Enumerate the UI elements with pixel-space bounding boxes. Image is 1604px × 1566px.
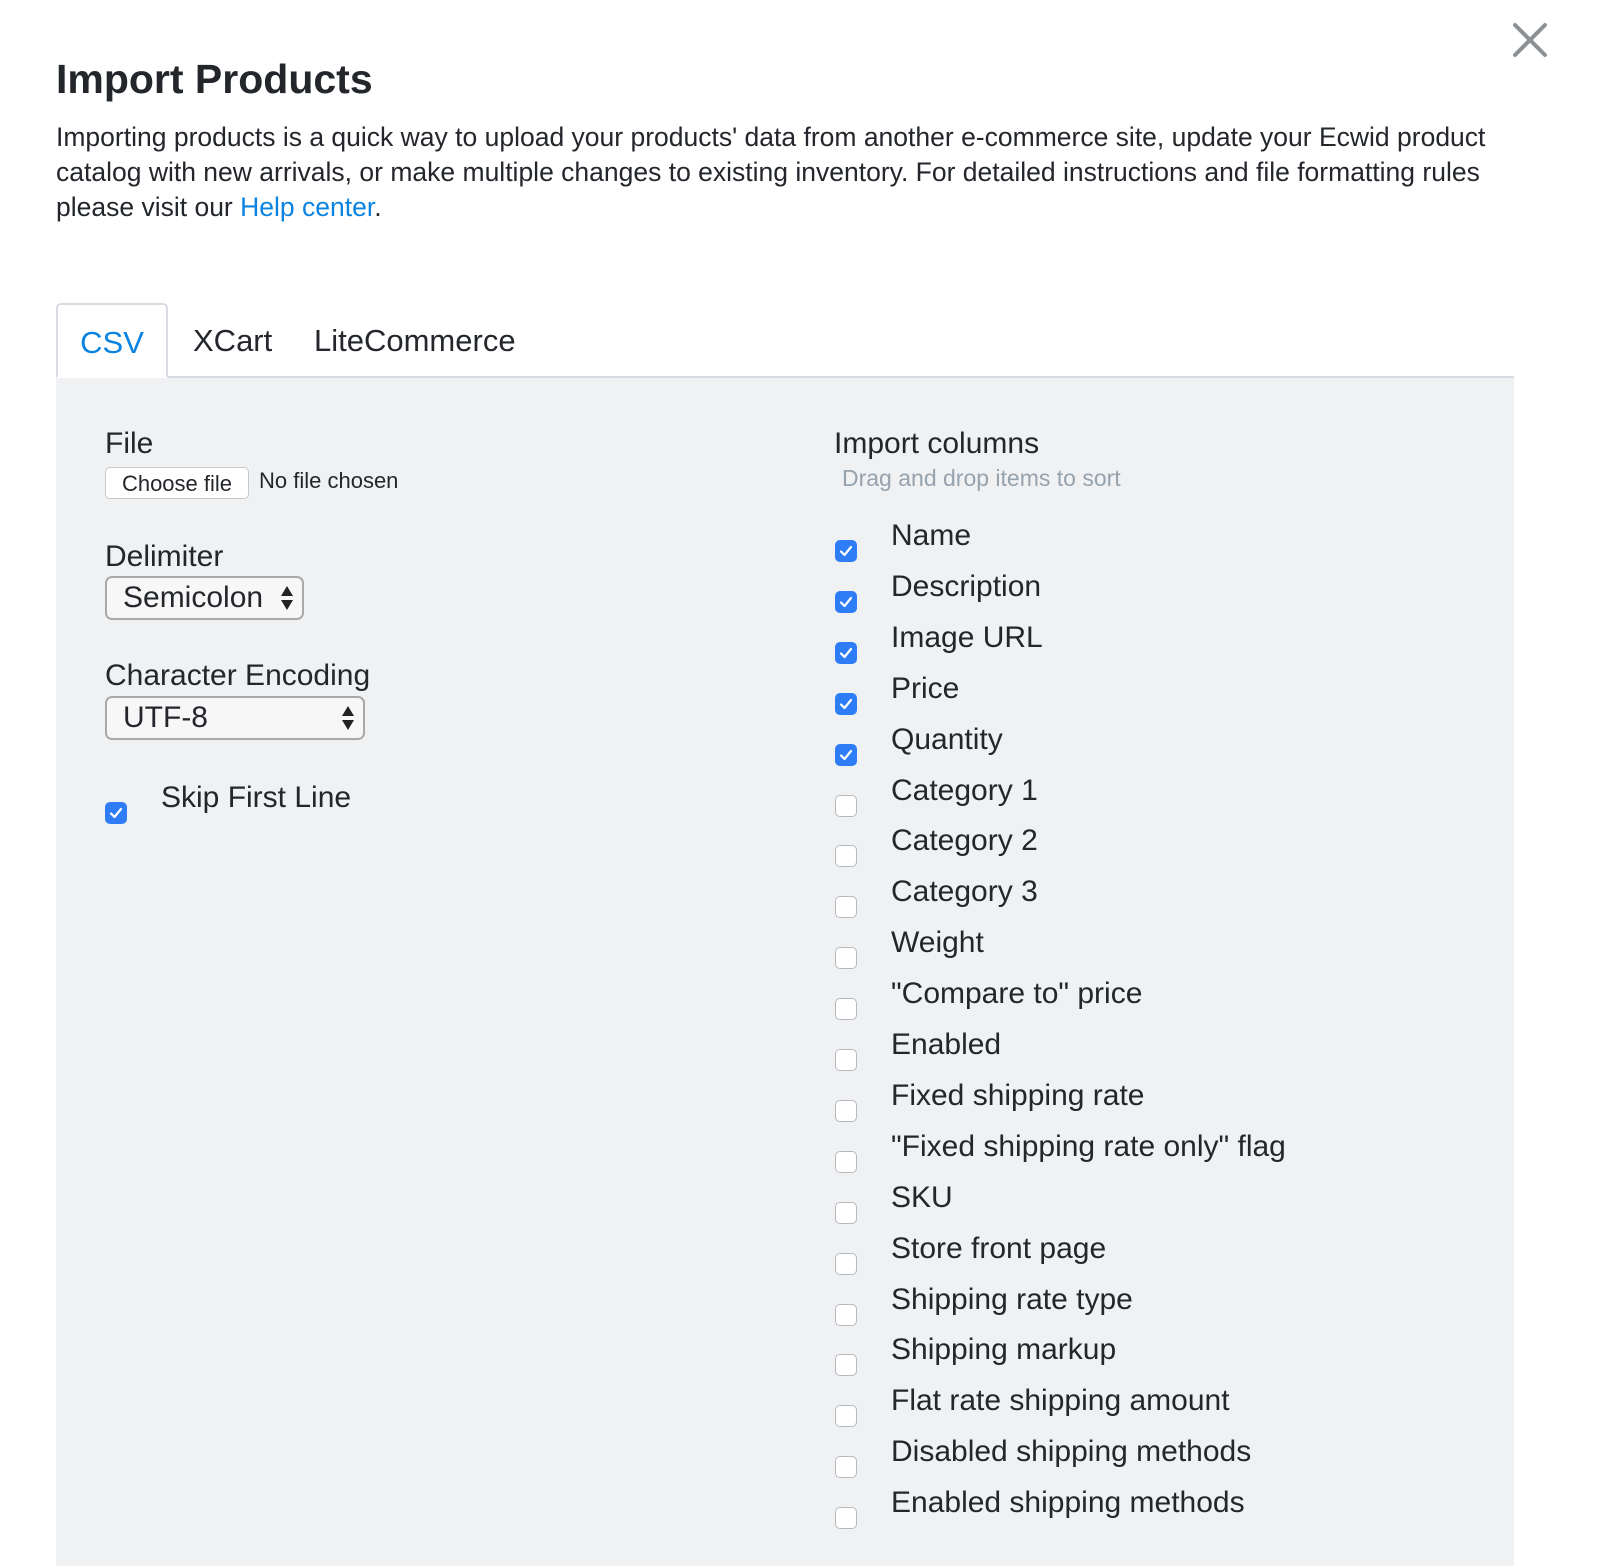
column-checkbox[interactable]: [835, 641, 857, 664]
column-label: Fixed shipping rate: [891, 1078, 1145, 1112]
column-label: "Compare to" price: [891, 977, 1143, 1011]
column-label: Category 1: [891, 773, 1038, 807]
encoding-select[interactable]: UTF-8: [105, 696, 365, 740]
column-checkbox[interactable]: [835, 1303, 857, 1326]
column-checkbox[interactable]: [835, 896, 857, 919]
delimiter-label: Delimiter: [105, 540, 224, 573]
column-checkbox[interactable]: [835, 1150, 857, 1173]
import-columns-title: Import columns: [834, 427, 1040, 460]
column-label: Quantity: [891, 722, 1003, 756]
close-icon[interactable]: [1510, 20, 1550, 60]
column-label: Category 2: [891, 824, 1038, 858]
select-arrows-icon: [281, 586, 293, 610]
help-center-link[interactable]: Help center: [240, 192, 374, 222]
dialog-description: Importing products is a quick way to upl…: [56, 120, 1526, 225]
skip-first-line-label: Skip First Line: [161, 781, 352, 814]
column-checkbox[interactable]: [835, 1252, 857, 1275]
dialog-title: Import Products: [56, 56, 373, 102]
import-tabs: CSV XCart LiteCommerce: [56, 303, 1514, 378]
column-label: Weight: [891, 926, 984, 960]
column-label: Store front page: [891, 1231, 1107, 1265]
column-checkbox[interactable]: [835, 540, 857, 562]
tab-litecommerce[interactable]: LiteCommerce: [314, 303, 516, 376]
column-checkbox[interactable]: [835, 794, 857, 817]
column-label: "Fixed shipping rate only" flag: [891, 1129, 1286, 1163]
checkmark-icon: [839, 698, 853, 709]
column-checkbox[interactable]: [835, 743, 857, 766]
column-checkbox[interactable]: [835, 1456, 857, 1479]
file-label: File: [105, 427, 154, 460]
delimiter-value: Semicolon: [123, 581, 264, 614]
column-checkbox[interactable]: [835, 1405, 857, 1428]
column-checkbox[interactable]: [835, 1201, 857, 1224]
choose-file-button[interactable]: Choose file: [105, 467, 249, 499]
tab-csv[interactable]: CSV: [56, 303, 168, 378]
column-label: Name: [891, 519, 972, 552]
column-checkbox[interactable]: [835, 1099, 857, 1122]
column-label: Disabled shipping methods: [891, 1435, 1252, 1469]
column-label: Price: [891, 671, 960, 705]
column-checkbox[interactable]: [835, 1049, 857, 1071]
column-checkbox[interactable]: [835, 590, 857, 613]
column-label: Shipping markup: [891, 1333, 1117, 1367]
column-checkbox[interactable]: [835, 998, 857, 1021]
column-label: Flat rate shipping amount: [891, 1384, 1230, 1418]
column-checkbox[interactable]: [835, 845, 857, 868]
column-checkbox[interactable]: [835, 1354, 857, 1377]
encoding-label: Character Encoding: [105, 659, 371, 692]
sort-hint: Drag and drop items to sort: [842, 465, 1121, 491]
checkmark-icon: [839, 596, 853, 607]
no-file-status: No file chosen: [259, 468, 399, 493]
checkmark-icon: [839, 647, 853, 658]
delimiter-select[interactable]: Semicolon: [105, 576, 304, 620]
skip-first-line-checkbox[interactable]: [105, 802, 127, 824]
select-arrows-icon: [342, 706, 354, 730]
checkmark-icon: [839, 749, 853, 760]
column-label: SKU: [891, 1180, 953, 1214]
description-end: .: [374, 192, 382, 222]
column-label: Image URL: [891, 620, 1043, 654]
column-label: Enabled shipping methods: [891, 1486, 1245, 1520]
column-checkbox[interactable]: [835, 692, 857, 715]
column-label: Description: [891, 569, 1042, 603]
column-label: Shipping rate type: [891, 1282, 1133, 1316]
checkmark-icon: [109, 807, 123, 819]
csv-panel: [56, 378, 1514, 1566]
column-checkbox[interactable]: [835, 947, 857, 970]
column-label: Enabled: [891, 1028, 1002, 1061]
column-label: Category 3: [891, 875, 1038, 909]
checkmark-icon: [839, 545, 853, 557]
tab-xcart[interactable]: XCart: [193, 303, 272, 376]
column-checkbox[interactable]: [835, 1507, 857, 1530]
encoding-value: UTF-8: [123, 701, 208, 734]
